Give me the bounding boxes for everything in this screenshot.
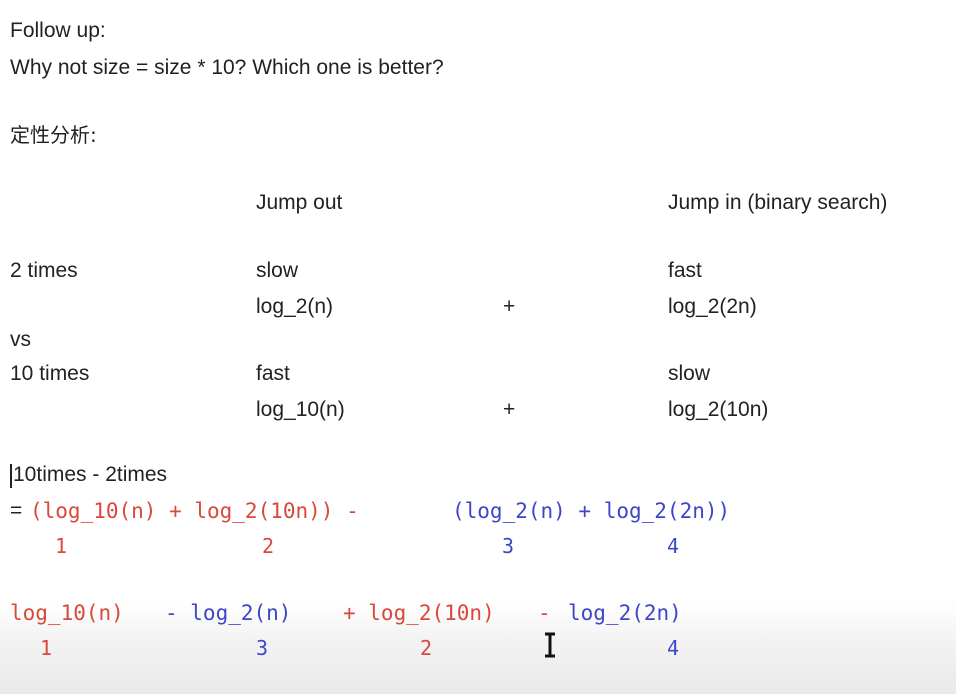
row1-jump-out-speed: slow	[256, 259, 299, 282]
row1-jump-in-speed: fast	[668, 259, 702, 282]
column-header-jump-out: Jump out	[256, 191, 343, 214]
row-label-2-times: 2 times	[10, 259, 78, 282]
row1-jump-out-formula: log_2(n)	[256, 295, 334, 318]
rearranged-label-1: 1	[40, 636, 53, 660]
term-label-3: 3	[502, 534, 515, 558]
row2-jump-out-speed: fast	[256, 362, 290, 385]
question-text: Why not size = size * 10? Which one is b…	[10, 56, 444, 79]
row2-jump-in-formula: log_2(10n)	[668, 398, 769, 421]
row-label-10-times: 10 times	[10, 362, 90, 385]
term-label-2: 2	[262, 534, 275, 558]
rearranged-label-4: 4	[667, 636, 680, 660]
follow-up-heading: Follow up:	[10, 19, 106, 42]
rearranged-term-a: log_10(n)	[10, 601, 124, 625]
blue-expression: (log_2(n) + log_2(2n))	[452, 499, 731, 523]
row2-jump-out-formula: log_10(n)	[256, 398, 345, 421]
rearranged-term-c: + log_2(10n)	[343, 601, 495, 625]
rearranged-term-e: log_2(2n)	[568, 601, 682, 625]
term-label-1: 1	[55, 534, 68, 558]
rearranged-minus: -	[538, 601, 551, 625]
rearranged-label-3: 3	[256, 636, 269, 660]
row1-jump-in-formula: log_2(2n)	[668, 295, 757, 318]
red-expression: (log_10(n) + log_2(10n)) -	[30, 499, 359, 523]
row2-jump-in-speed: slow	[668, 362, 711, 385]
column-header-jump-in: Jump in (binary search)	[668, 191, 888, 214]
term-label-4: 4	[667, 534, 680, 558]
section-heading: 定性分析:	[10, 123, 97, 147]
equals-sign: =	[10, 499, 23, 522]
text-cursor	[10, 464, 12, 488]
row2-plus: +	[503, 398, 516, 421]
ibeam-cursor-icon	[545, 632, 555, 658]
row1-plus: +	[503, 295, 516, 318]
rearranged-term-b: - log_2(n)	[165, 601, 292, 625]
vs-label: vs	[10, 328, 31, 351]
rearranged-label-2: 2	[420, 636, 433, 660]
derivation-line-1[interactable]: 10times - 2times	[13, 462, 167, 488]
document-page: Follow up: Why not size = size * 10? Whi…	[0, 0, 956, 694]
